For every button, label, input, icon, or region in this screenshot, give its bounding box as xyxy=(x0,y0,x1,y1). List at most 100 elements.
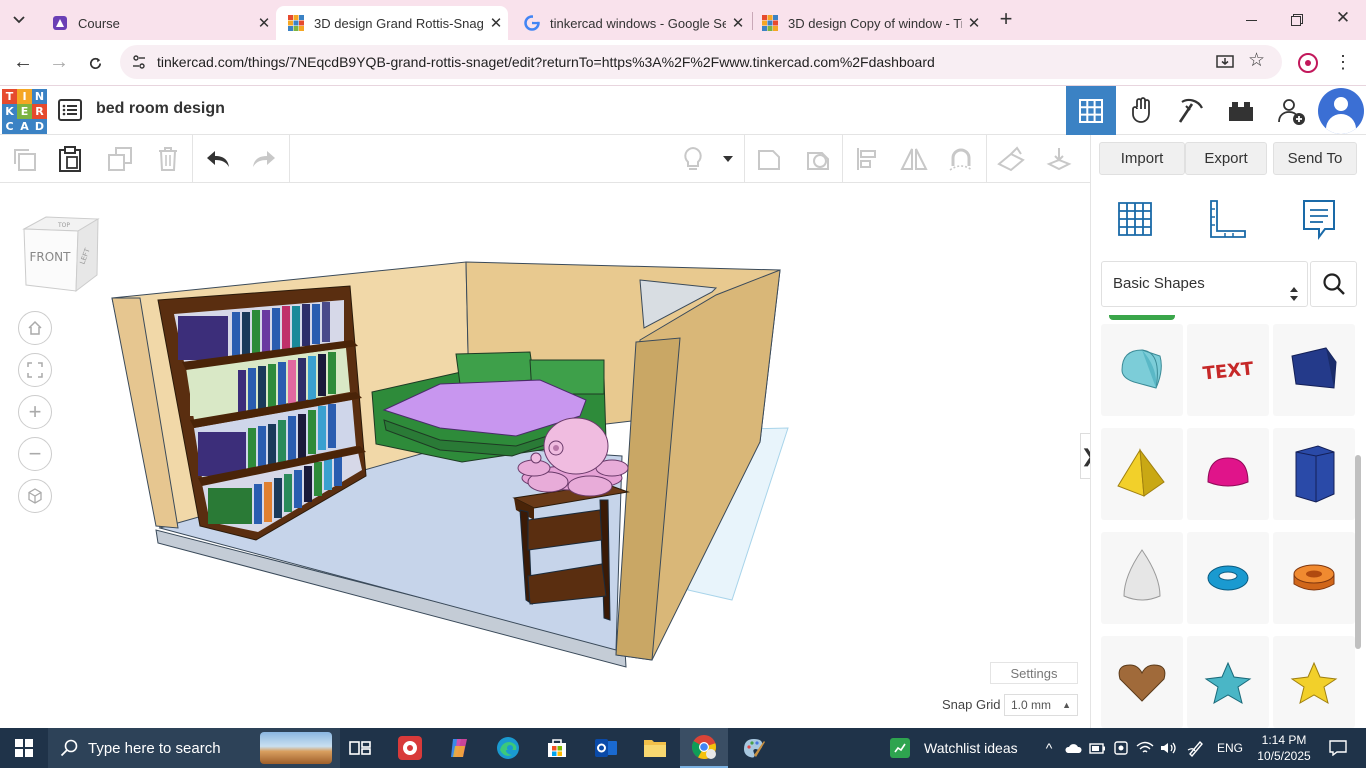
shape-wedge[interactable] xyxy=(1273,324,1355,416)
copy-icon[interactable] xyxy=(10,145,38,173)
lifebuoy-app-icon[interactable] xyxy=(386,728,434,768)
shape-text[interactable]: TEXT xyxy=(1187,324,1269,416)
zoom-in-icon[interactable]: + xyxy=(18,395,52,429)
close-window-icon[interactable]: ✕ xyxy=(1320,8,1366,32)
watchlist-widget[interactable]: Watchlist ideas xyxy=(890,728,1030,768)
shape-roof[interactable] xyxy=(1101,324,1183,416)
ruler-drop-icon[interactable] xyxy=(1045,145,1073,173)
site-info-icon[interactable] xyxy=(131,54,147,70)
lego-brick-icon[interactable] xyxy=(1216,86,1266,135)
undo-icon[interactable] xyxy=(204,145,232,173)
meet-now-icon[interactable] xyxy=(1110,728,1132,768)
browser-menu-icon[interactable]: ⋮ xyxy=(1334,52,1352,74)
new-tab-icon[interactable]: + xyxy=(994,8,1018,32)
shape-pyramid[interactable] xyxy=(1101,428,1183,520)
align-icon[interactable] xyxy=(853,145,881,173)
group-icon[interactable] xyxy=(755,145,783,173)
reload-icon[interactable] xyxy=(82,50,108,76)
browser-tab-active[interactable]: 3D design Grand Rottis-Snaget ✕ xyxy=(276,6,508,40)
windows-start-icon[interactable] xyxy=(0,728,48,768)
browser-tab[interactable]: Course ✕ xyxy=(40,6,276,40)
task-view-icon[interactable] xyxy=(336,728,384,768)
workplane-grid-icon[interactable] xyxy=(1115,197,1155,241)
onedrive-cloud-icon[interactable] xyxy=(1062,728,1084,768)
outlook-icon[interactable] xyxy=(582,728,630,768)
duplicate-icon[interactable] xyxy=(106,145,134,173)
address-bar[interactable]: tinkercad.com/things/7NEqcdB9YQB-grand-r… xyxy=(120,45,1282,79)
notes-dropdown-icon[interactable] xyxy=(716,145,740,173)
tab-close-icon[interactable]: ✕ xyxy=(726,14,750,32)
minimize-icon[interactable] xyxy=(1228,8,1274,32)
install-app-icon[interactable] xyxy=(1216,53,1234,71)
shape-torus[interactable] xyxy=(1187,532,1269,624)
shape-paraboloid[interactable] xyxy=(1101,532,1183,624)
design-title[interactable]: bed room design xyxy=(96,100,225,118)
delete-icon[interactable] xyxy=(154,145,182,173)
microsoft-store-icon[interactable] xyxy=(533,728,581,768)
shape-half-sphere[interactable] xyxy=(1187,428,1269,520)
profile-icon[interactable] xyxy=(1298,53,1318,73)
fit-view-icon[interactable] xyxy=(18,353,52,387)
paint-app-icon[interactable] xyxy=(729,728,777,768)
volume-icon[interactable] xyxy=(1158,728,1180,768)
ungroup-icon[interactable] xyxy=(804,145,832,173)
ruler-icon[interactable] xyxy=(1205,197,1249,241)
notes-comment-icon[interactable] xyxy=(1299,197,1339,241)
edit-toolbar xyxy=(0,135,1090,183)
cruise-magnet-icon[interactable] xyxy=(947,145,975,173)
bricks-mode-pickaxe-icon[interactable] xyxy=(1166,86,1216,135)
perspective-icon[interactable] xyxy=(18,479,52,513)
view-cube[interactable]: FRONT TOP LEFT xyxy=(20,213,102,293)
3d-view-button[interactable] xyxy=(1066,86,1116,135)
clock[interactable]: 1:14 PM 10/5/2025 xyxy=(1252,728,1316,768)
tab-close-icon[interactable]: ✕ xyxy=(484,14,508,32)
shape-search-icon[interactable] xyxy=(1310,261,1357,307)
user-avatar[interactable] xyxy=(1316,86,1366,135)
notes-lightbulb-icon[interactable] xyxy=(679,145,707,173)
settings-button[interactable]: Settings xyxy=(990,662,1078,684)
tab-close-icon[interactable]: ✕ xyxy=(252,14,276,32)
blocks-mode-icon[interactable] xyxy=(1117,86,1167,135)
bookmark-star-icon[interactable]: ☆ xyxy=(1248,51,1268,71)
paste-icon[interactable] xyxy=(56,145,84,173)
design-menu-icon[interactable] xyxy=(58,98,82,122)
tab-close-icon[interactable]: ✕ xyxy=(962,14,986,32)
pen-workspace-icon[interactable] xyxy=(1184,728,1208,768)
copilot-icon[interactable] xyxy=(435,728,483,768)
bedroom-3d-model[interactable] xyxy=(100,253,800,673)
shape-star-yellow[interactable] xyxy=(1273,636,1355,728)
shape-panel-scrollbar[interactable] xyxy=(1355,455,1361,649)
forward-icon[interactable]: → xyxy=(46,50,72,76)
shape-star-teal[interactable] xyxy=(1187,636,1269,728)
tinkercad-logo[interactable]: T I N K E R C A D xyxy=(2,89,47,134)
chrome-icon[interactable] xyxy=(680,728,728,768)
export-button[interactable]: Export xyxy=(1185,142,1267,175)
redo-icon[interactable] xyxy=(250,145,278,173)
edge-browser-icon[interactable] xyxy=(484,728,532,768)
snap-grid-select[interactable]: 1.0 mm ▲ xyxy=(1004,694,1078,716)
home-view-icon[interactable] xyxy=(18,311,52,345)
zoom-out-icon[interactable]: − xyxy=(18,437,52,471)
workplane-icon[interactable] xyxy=(997,145,1025,173)
shape-heart[interactable] xyxy=(1101,636,1183,728)
language-indicator[interactable]: ENG xyxy=(1212,728,1248,768)
browser-tab[interactable]: tinkercad windows - Google Se ✕ xyxy=(512,6,750,40)
shape-library-select[interactable]: Basic Shapes xyxy=(1101,261,1308,307)
3d-workplane-viewport[interactable]: FRONT TOP LEFT + − ❯ Settings Snap Grid … xyxy=(0,183,1096,728)
back-icon[interactable]: ← xyxy=(10,50,36,76)
file-explorer-icon[interactable] xyxy=(631,728,679,768)
notifications-icon[interactable] xyxy=(1320,728,1356,768)
restore-icon[interactable] xyxy=(1274,8,1320,32)
tab-search-icon[interactable] xyxy=(6,8,32,32)
import-button[interactable]: Import xyxy=(1099,142,1185,175)
taskbar-search-box[interactable]: Type here to search xyxy=(48,728,340,768)
show-hidden-icons[interactable]: ^ xyxy=(1038,728,1060,768)
invite-user-icon[interactable] xyxy=(1266,86,1316,135)
mirror-icon[interactable] xyxy=(900,145,928,173)
browser-tab[interactable]: 3D design Copy of window - Tin ✕ xyxy=(750,6,986,40)
wifi-icon[interactable] xyxy=(1134,728,1156,768)
send-to-button[interactable]: Send To xyxy=(1273,142,1357,175)
shape-tube[interactable] xyxy=(1273,532,1355,624)
shape-polygon[interactable] xyxy=(1273,428,1355,520)
battery-icon[interactable] xyxy=(1086,728,1108,768)
